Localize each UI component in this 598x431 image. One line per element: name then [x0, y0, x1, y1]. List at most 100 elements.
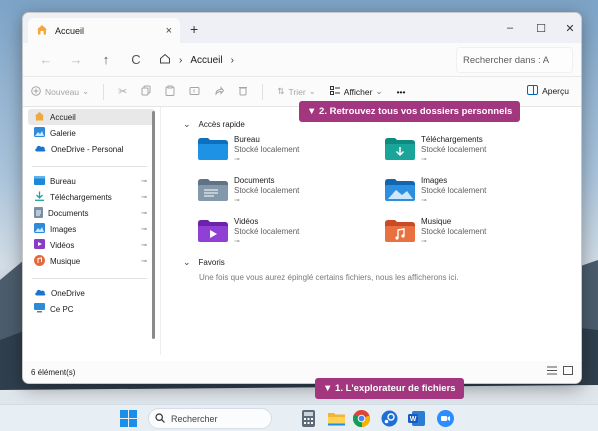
back-arrow-icon[interactable]: ← [31, 52, 61, 67]
chrome-icon[interactable] [352, 410, 370, 428]
quick-access-item-telechargements[interactable]: Téléchargements Stocké localement ⊸ [385, 135, 572, 167]
sidebar-item-label: Bureau [50, 176, 76, 186]
quick-access-item-documents[interactable]: Documents Stocké localement ⊸ [198, 176, 385, 208]
preview-pane-icon [527, 85, 539, 97]
rename-button[interactable] [189, 86, 200, 98]
up-arrow-icon[interactable]: ↑ [91, 52, 121, 67]
quick-access-item-musique[interactable]: Musique Stocké localement ⊸ [385, 217, 572, 249]
section-title: Accès rapide [198, 119, 245, 129]
item-status: Stocké localement [234, 145, 300, 154]
sidebar-item-onedrive[interactable]: OneDrive [28, 285, 155, 301]
favorites-header[interactable]: ⌄ Favoris [183, 255, 581, 269]
status-bar: 6 élément(s) [23, 361, 581, 383]
music-icon [34, 254, 45, 268]
chevron-down-icon: ⌄ [183, 256, 191, 267]
navigation-bar: ← → ↑ C › Accueil › Rechercher dans : A [23, 43, 581, 77]
share-button[interactable] [214, 85, 225, 98]
title-bar: Accueil × + – ☐ ✕ [23, 13, 581, 43]
sidebar-divider [32, 278, 147, 279]
pin-icon[interactable]: ⊸ [141, 257, 147, 265]
item-status: Stocké localement [421, 227, 487, 236]
cloud-icon [34, 288, 46, 298]
sidebar-item-label: Vidéos [50, 240, 75, 250]
pin-icon: ⊸ [234, 238, 240, 245]
file-explorer-taskbar-icon[interactable] [328, 410, 345, 427]
pin-icon[interactable]: ⊸ [141, 241, 147, 249]
sidebar-item-documents[interactable]: Documents ⊸ [28, 205, 155, 221]
explorer-body: Accueil Galerie OneDrive - Personal Bure… [23, 107, 581, 355]
quick-access-item-videos[interactable]: Vidéos Stocké localement ⊸ [198, 217, 385, 249]
close-window-button[interactable]: ✕ [551, 13, 581, 43]
sidebar-item-images[interactable]: Images ⊸ [28, 221, 155, 237]
pin-icon[interactable]: ⊸ [141, 225, 147, 233]
calculator-icon[interactable] [300, 410, 317, 427]
pin-icon: ⊸ [421, 238, 427, 245]
windows-start-icon[interactable] [120, 410, 137, 427]
item-name: Bureau [234, 135, 260, 144]
paste-button[interactable] [165, 85, 175, 98]
quick-access-item-images[interactable]: Images Stocké localement ⊸ [385, 176, 572, 208]
sidebar-item-onedrive-personal[interactable]: OneDrive - Personal [28, 141, 155, 157]
new-button[interactable]: Nouveau ⌄ [31, 85, 89, 98]
search-placeholder: Rechercher dans : A [463, 54, 550, 66]
word-icon[interactable]: W [408, 410, 425, 427]
navigation-pane-scrollbar[interactable] [152, 111, 155, 339]
forward-arrow-icon[interactable]: → [61, 52, 91, 67]
sidebar-item-label: Musique [50, 256, 81, 266]
breadcrumb-separator: › [179, 54, 183, 66]
item-status: Stocké localement [421, 145, 487, 154]
taskbar-search-box[interactable]: Rechercher [148, 408, 272, 429]
sort-button[interactable]: ⇅ Trier ⌄ [277, 86, 315, 97]
preview-pane-label: Aperçu [542, 86, 569, 96]
scissors-icon: ✂ [118, 86, 128, 98]
new-tab-button[interactable]: + [190, 21, 198, 37]
document-icon [34, 206, 43, 220]
sidebar-item-label: Documents [48, 208, 89, 218]
item-name: Documents [234, 176, 275, 185]
content-pane: ⌄ Accès rapide Bureau Stocké localement … [161, 107, 581, 355]
sidebar-item-accueil[interactable]: Accueil [28, 109, 155, 125]
copy-button[interactable] [141, 85, 151, 98]
preview-pane-button[interactable]: Aperçu [527, 85, 569, 97]
pin-icon[interactable]: ⊸ [141, 177, 147, 185]
sidebar-item-musique[interactable]: Musique ⊸ [28, 253, 155, 269]
navigation-pane: Accueil Galerie OneDrive - Personal Bure… [23, 107, 161, 355]
close-tab-icon[interactable]: × [166, 25, 172, 37]
delete-button[interactable] [238, 85, 248, 98]
steam-icon[interactable] [381, 410, 398, 427]
music-folder-icon [385, 220, 415, 244]
more-options-button[interactable]: ••• [397, 87, 406, 97]
video-icon [34, 239, 45, 251]
home-outline-icon [159, 53, 171, 67]
sidebar-item-videos[interactable]: Vidéos ⊸ [28, 237, 155, 253]
toolbar-divider [262, 83, 264, 100]
sidebar-item-ce-pc[interactable]: Ce PC [28, 301, 155, 317]
quick-access-item-bureau[interactable]: Bureau Stocké localement ⊸ [198, 135, 385, 167]
cut-button[interactable]: ✂ [118, 85, 127, 98]
callout-file-explorer: ▼ 1. L'explorateur de fichiers [315, 378, 464, 399]
pin-icon[interactable]: ⊸ [141, 193, 147, 201]
cloud-icon [34, 144, 46, 154]
sidebar-item-label: OneDrive [51, 288, 85, 298]
details-view-icon[interactable] [547, 366, 557, 377]
refresh-icon[interactable]: C [121, 52, 151, 67]
pc-icon [34, 303, 45, 315]
sidebar-item-label: Galerie [50, 128, 76, 138]
breadcrumb-chevron[interactable]: › [231, 55, 234, 66]
tab-accueil[interactable]: Accueil × [28, 18, 180, 43]
sidebar-item-bureau[interactable]: Bureau ⊸ [28, 173, 155, 189]
sidebar-item-galerie[interactable]: Galerie [28, 125, 155, 141]
tiles-view-icon[interactable] [563, 366, 573, 377]
sidebar-item-label: Téléchargements [50, 192, 112, 202]
svg-text:W: W [410, 416, 417, 423]
view-button[interactable]: Afficher ⌄ [329, 86, 383, 97]
search-input[interactable]: Rechercher dans : A [456, 47, 573, 73]
tab-title: Accueil [55, 25, 85, 36]
sidebar-item-telechargements[interactable]: Téléchargements ⊸ [28, 189, 155, 205]
item-name: Téléchargements [421, 135, 483, 144]
address-bar[interactable]: › Accueil › [153, 47, 453, 73]
breadcrumb-accueil[interactable]: Accueil [190, 55, 222, 66]
sort-icon: ⇅ [277, 86, 285, 96]
zoom-icon[interactable] [437, 410, 454, 427]
pin-icon[interactable]: ⊸ [141, 209, 147, 217]
